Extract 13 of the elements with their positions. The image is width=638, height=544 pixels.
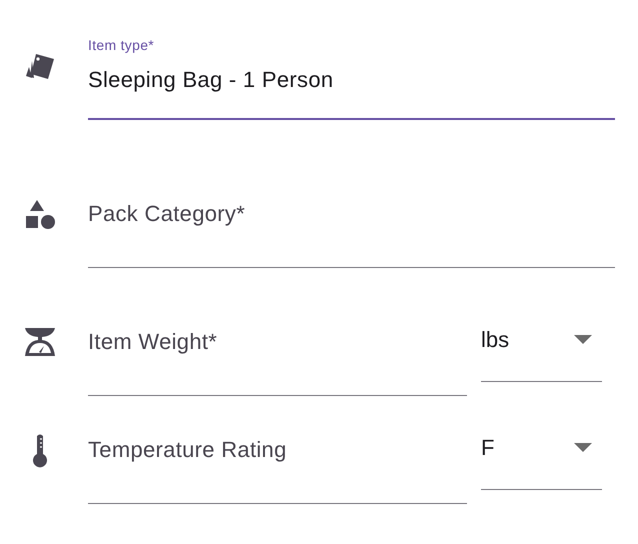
input-field[interactable]: Temperature Rating <box>88 414 467 504</box>
field-label: Item Weight* <box>88 328 218 356</box>
caret-icon <box>574 443 592 452</box>
field-label: Temperature Rating <box>88 436 288 464</box>
field-label: Pack Category* <box>88 200 246 228</box>
unit-dropdown[interactable]: lbs <box>481 306 602 382</box>
caret-icon <box>574 335 592 344</box>
field-label: Item type* <box>88 36 156 54</box>
unit-dropdown[interactable]: F <box>481 414 602 490</box>
input-field[interactable]: Item Weight* <box>88 306 467 396</box>
field-value: Sleeping Bag - 1 Person <box>88 66 334 94</box>
input-field[interactable]: Pack Category* <box>88 178 615 268</box>
input-field[interactable]: Item type* Sleeping Bag - 1 Person <box>88 30 615 120</box>
